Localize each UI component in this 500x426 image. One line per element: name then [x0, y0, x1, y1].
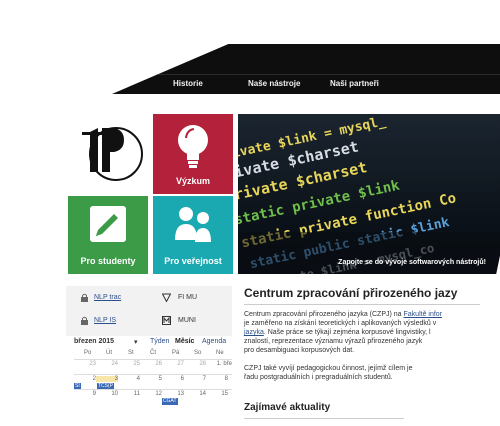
calendar-day[interactable]: 8	[206, 376, 228, 382]
nav-item-nase-nastroje[interactable]: Naše nástroje	[248, 79, 300, 91]
lock-icon	[81, 316, 88, 325]
calendar-view-mesic[interactable]: Měsíc	[175, 338, 194, 345]
calendar-day[interactable]: 11	[118, 391, 140, 397]
weekday: Po	[84, 350, 92, 356]
link-nlp-trac[interactable]: NLP trac	[94, 294, 121, 301]
page-title: Centrum zpracování přirozeného jazy	[244, 286, 458, 300]
calendar-day[interactable]: 7	[184, 376, 206, 382]
muni-logo-icon	[162, 316, 171, 325]
tile-vyzkum-label: Výzkum	[175, 176, 210, 186]
calendar-day[interactable]: 28	[184, 361, 206, 367]
calendar-day[interactable]: 1. bře	[206, 361, 232, 367]
tile-vyzkum[interactable]: Výzkum	[153, 114, 233, 194]
calendar-day[interactable]: 26	[140, 361, 162, 367]
text: Centrum zpracování přirozeného jazyka (C…	[244, 311, 404, 318]
people-icon	[175, 207, 211, 242]
calendar-day[interactable]: 24	[96, 361, 118, 367]
link-muni[interactable]: MUNI	[178, 317, 196, 324]
text: pro desambiguaci korpusových dat.	[244, 347, 355, 354]
weekday: Út	[106, 350, 112, 356]
intro-paragraph: Centrum zpracování přirozeného jazyka (C…	[244, 310, 464, 355]
tile-pro-studenty[interactable]: Pro studenty	[68, 196, 148, 274]
calendar-day[interactable]: 23	[74, 361, 96, 367]
text: znalostí, reprezentace významu výrazů př…	[244, 338, 423, 345]
lightbulb-icon	[178, 125, 208, 168]
chevron-down-icon[interactable]: ▾	[134, 338, 138, 346]
calendar-grid: 23 24 25 26 27 28 1. bře 2 3 4 5 6 7 8 S…	[74, 359, 232, 405]
weekday: So	[194, 350, 202, 356]
top-header	[112, 44, 500, 94]
code-banner[interactable]: private $link = mysql_ private $charset …	[238, 114, 500, 274]
calendar-day[interactable]: 6	[162, 376, 184, 382]
weekday: Čt	[150, 350, 156, 356]
link-fi-mu[interactable]: FI MU	[178, 294, 197, 301]
text: . Naše práce se týkají zejména korpusové…	[263, 329, 431, 336]
lock-icon	[81, 293, 88, 302]
calendar-day[interactable]: 27	[162, 361, 184, 367]
main-content: Centrum zpracování přirozeného jazy Cent…	[238, 282, 500, 426]
calendar-day[interactable]: 9	[74, 391, 96, 397]
link-nlp-is[interactable]: NLP IS	[94, 317, 116, 324]
calendar-day[interactable]: 14	[184, 391, 206, 397]
text: CZPJ také vyvíjí pedagogickou činnost, j…	[244, 365, 413, 372]
weekday: Ne	[216, 350, 224, 356]
text: řadu postgraduálních i pregraduálních st…	[244, 374, 393, 381]
calendar-day[interactable]: 12	[140, 391, 162, 397]
link-fakulte-informatiky[interactable]: Fakultě infor	[404, 311, 443, 318]
weekday: St	[128, 350, 134, 356]
tile-pro-verejnost[interactable]: Pro veřejnost	[153, 196, 233, 274]
tile-pro-studenty-label: Pro studenty	[80, 256, 136, 266]
calendar-widget: březen 2015 ▾ Týden Měsíc Agenda Po Út S…	[64, 336, 234, 418]
calendar-week-row: 2 3 4 5 6 7 8 SI TCS(P	[74, 374, 232, 390]
calendar-day[interactable]: 2	[74, 376, 96, 382]
calendar-header: březen 2015 ▾ Týden Měsíc Agenda	[64, 336, 234, 348]
news-heading: Zajímavé aktuality	[244, 402, 331, 413]
calendar-day-today[interactable]: 3	[96, 376, 118, 382]
banner-caption: Zapojte se do vývoje softwarových nástro…	[338, 259, 486, 266]
calendar-day[interactable]: 4	[118, 376, 140, 382]
calendar-day[interactable]: 15	[206, 391, 228, 397]
tile-pro-verejnost-label: Pro veřejnost	[164, 256, 222, 266]
code-banner-image: private $link = mysql_ private $charset …	[238, 114, 500, 274]
link-jazyka[interactable]: jazyka	[244, 329, 264, 336]
second-paragraph: CZPJ také vyvíjí pedagogickou činnost, j…	[244, 364, 464, 382]
calendar-day[interactable]: 5	[140, 376, 162, 382]
divider	[244, 304, 480, 305]
calendar-week-row: 9 10 11 12 13 14 15 CGAT	[74, 389, 232, 405]
divider	[244, 418, 404, 419]
pencil-note-icon	[90, 206, 126, 242]
calendar-event[interactable]: CGAT	[162, 398, 178, 405]
calendar-day[interactable]: 10	[96, 391, 118, 397]
calendar-month[interactable]: březen 2015	[74, 338, 114, 345]
weekday: Pá	[172, 350, 180, 356]
text: je zaměřeno na získání teoretických i ap…	[244, 320, 437, 327]
calendar-day[interactable]: 13	[162, 391, 184, 397]
nav-item-nasi-partneri[interactable]: Naši partneři	[330, 79, 379, 91]
calendar-view-agenda[interactable]: Agenda	[202, 338, 226, 345]
calendar-day[interactable]: 25	[118, 361, 140, 367]
nav-item-historie[interactable]: Historie	[173, 79, 203, 91]
calendar-week-row: 23 24 25 26 27 28 1. bře	[74, 359, 232, 374]
quick-links-panel: NLP trac FI MU NLP IS MUNI	[66, 286, 232, 336]
fimu-logo-icon	[162, 293, 171, 302]
calendar-weekdays: Po Út St Čt Pá So Ne	[74, 350, 234, 359]
calendar-view-tyden[interactable]: Týden	[150, 338, 169, 345]
